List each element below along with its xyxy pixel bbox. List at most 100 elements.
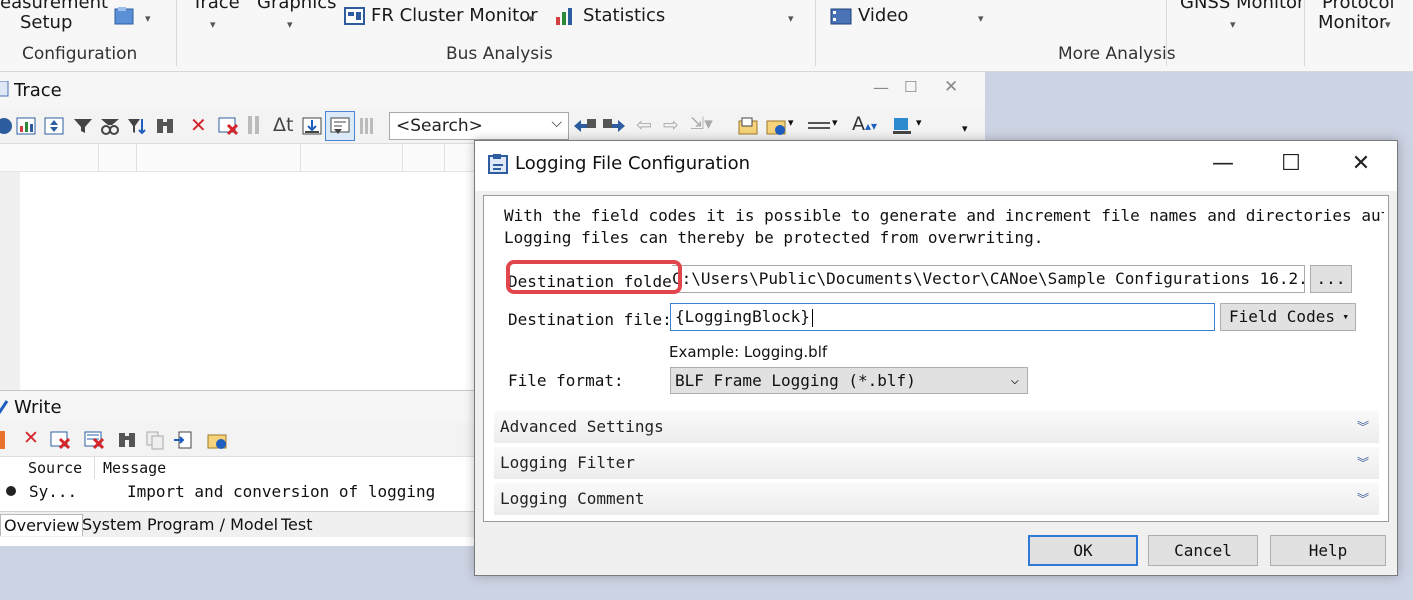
fr-cluster-monitor-button[interactable]: FR Cluster Monitor xyxy=(371,5,538,27)
text-caret xyxy=(811,308,813,327)
write-title: Write xyxy=(14,397,62,418)
export-icon[interactable] xyxy=(738,116,758,136)
write-window-icon xyxy=(0,400,9,414)
clear-window-icon[interactable] xyxy=(50,430,70,450)
search-placeholder: <Search> xyxy=(396,116,483,136)
toolbar-overflow-icon[interactable]: ▾ xyxy=(962,122,968,135)
chart-icon[interactable] xyxy=(16,116,36,136)
chevron-down-icon[interactable]: ▾ xyxy=(916,116,922,129)
sort-filter-icon[interactable] xyxy=(127,116,147,136)
open-folder-icon[interactable] xyxy=(766,116,786,136)
browse-button[interactable]: ... xyxy=(1310,265,1352,293)
destination-folder-highlight xyxy=(506,260,682,294)
video-button[interactable]: Video xyxy=(858,5,908,27)
delta-time-icon[interactable]: Δt xyxy=(273,114,293,136)
chevron-down-icon: ▾ xyxy=(1342,310,1349,323)
column-source[interactable]: Source xyxy=(28,459,82,477)
scroll-icon[interactable] xyxy=(44,116,64,136)
chevron-down-icon[interactable]: ⌵ xyxy=(551,115,562,131)
find-next-icon[interactable] xyxy=(602,116,626,136)
autoscroll-icon[interactable] xyxy=(302,116,322,136)
status-dot-icon xyxy=(6,486,16,496)
chevron-down-icon[interactable]: ▾ xyxy=(1230,14,1236,36)
protocol-monitor-label-2[interactable]: Monitor xyxy=(1318,12,1386,34)
clear-all-icon[interactable] xyxy=(84,430,104,450)
measurement-setup-label-2[interactable]: Setup xyxy=(20,12,72,34)
arrow-right-icon[interactable]: ⇨ xyxy=(663,114,679,136)
copy-icon[interactable] xyxy=(145,430,165,450)
section-advanced-settings-label: Advanced Settings xyxy=(500,417,664,436)
statistics-button[interactable]: Statistics xyxy=(583,5,665,27)
section-logging-filter-label: Logging Filter xyxy=(500,453,635,472)
chevron-down-icon[interactable]: ▾ xyxy=(978,8,984,30)
maximize-icon[interactable]: ☐ xyxy=(1257,141,1325,189)
field-codes-label: Field Codes xyxy=(1229,307,1335,326)
tab-system[interactable]: System xyxy=(79,514,145,536)
clear-window-icon[interactable] xyxy=(218,116,238,136)
columns-icon[interactable] xyxy=(360,116,378,136)
delete-icon[interactable]: ✕ xyxy=(23,427,39,449)
delete-icon[interactable]: ✕ xyxy=(190,113,207,137)
expand-chevron-icon: ︾ xyxy=(1356,456,1369,470)
pause-icon[interactable] xyxy=(248,116,260,134)
trace-button[interactable]: Trace xyxy=(192,0,240,14)
tab-program-model[interactable]: Program / Model xyxy=(144,514,281,536)
field-codes-button[interactable]: Field Codes ▾ xyxy=(1220,303,1356,331)
connect-icon[interactable] xyxy=(0,116,14,136)
minimize-icon[interactable]: — xyxy=(873,78,889,97)
binoculars-icon[interactable] xyxy=(117,430,137,450)
section-advanced-settings[interactable]: Advanced Settings ︾ xyxy=(494,411,1379,443)
line-style-icon[interactable] xyxy=(808,122,830,129)
minimize-icon[interactable]: — xyxy=(1189,141,1257,189)
chevron-down-icon[interactable]: ▾ xyxy=(788,8,794,30)
statistics-icon xyxy=(556,8,572,25)
configuration-icon[interactable] xyxy=(114,6,136,26)
description-line-1: With the field codes it is possible to g… xyxy=(504,206,1384,225)
binoculars-icon[interactable] xyxy=(155,116,175,136)
chevron-down-icon[interactable]: ▾ xyxy=(528,8,534,30)
dialog-icon xyxy=(488,154,508,174)
column-message[interactable]: Message xyxy=(103,459,166,477)
layout-icon[interactable] xyxy=(892,116,912,136)
filter-icon[interactable] xyxy=(73,116,93,136)
detail-view-toggle[interactable] xyxy=(325,111,355,141)
maximize-icon[interactable]: ☐ xyxy=(904,78,917,96)
import-icon[interactable] xyxy=(173,430,193,450)
file-format-value: BLF Frame Logging (*.blf) xyxy=(675,371,916,390)
cancel-button[interactable]: Cancel xyxy=(1148,535,1258,566)
gnss-monitor-button[interactable]: GNSS Monitor xyxy=(1180,0,1304,14)
marker-icon[interactable]: ⇲▾ xyxy=(690,114,713,134)
arrow-left-icon[interactable]: ⇦ xyxy=(636,114,652,136)
find-previous-icon[interactable] xyxy=(573,116,597,136)
ok-button[interactable]: OK xyxy=(1028,535,1138,566)
destination-file-input[interactable]: {LoggingBlock} xyxy=(670,303,1215,331)
chevron-down-icon[interactable]: ▾ xyxy=(287,14,293,36)
section-logging-comment[interactable]: Logging Comment ︾ xyxy=(494,483,1379,515)
group-configuration: Configuration xyxy=(22,44,138,64)
help-button[interactable]: Help xyxy=(1270,535,1386,566)
dialog-title: Logging File Configuration xyxy=(515,153,751,174)
font-size-icon[interactable]: A▴▾ xyxy=(852,113,877,135)
graphics-button[interactable]: Graphics xyxy=(257,0,337,14)
section-logging-filter[interactable]: Logging Filter ︾ xyxy=(494,447,1379,479)
trace-titlebar: Trace — ☐ ✕ xyxy=(0,72,985,108)
destination-file-label: Destination file: xyxy=(508,310,672,329)
filter-glasses-icon[interactable] xyxy=(100,116,120,136)
file-format-select[interactable]: BLF Frame Logging (*.blf) ⌵ xyxy=(670,367,1028,394)
chevron-down-icon[interactable]: ▾ xyxy=(1385,14,1391,36)
ribbon: easurement Setup ▾ Configuration Trace ▾… xyxy=(0,0,1413,72)
group-bus-analysis: Bus Analysis xyxy=(446,44,553,64)
chevron-down-icon[interactable]: ▾ xyxy=(832,116,838,129)
close-icon[interactable]: ✕ xyxy=(1327,141,1395,189)
chevron-down-icon[interactable]: ▾ xyxy=(145,8,151,30)
close-icon[interactable]: ✕ xyxy=(944,77,958,97)
tab-overview[interactable]: Overview xyxy=(0,514,84,536)
chevron-down-icon[interactable]: ▾ xyxy=(210,14,216,36)
chevron-down-icon[interactable]: ▾ xyxy=(788,116,794,129)
stop-icon[interactable] xyxy=(0,431,5,449)
open-folder-icon[interactable] xyxy=(207,430,227,450)
destination-folder-field[interactable]: C:\Users\Public\Documents\Vector\CANoe\S… xyxy=(672,265,1305,293)
tab-test[interactable]: Test xyxy=(278,514,316,536)
search-input[interactable]: <Search> ⌵ xyxy=(389,112,569,140)
detail-view-icon xyxy=(330,117,350,134)
